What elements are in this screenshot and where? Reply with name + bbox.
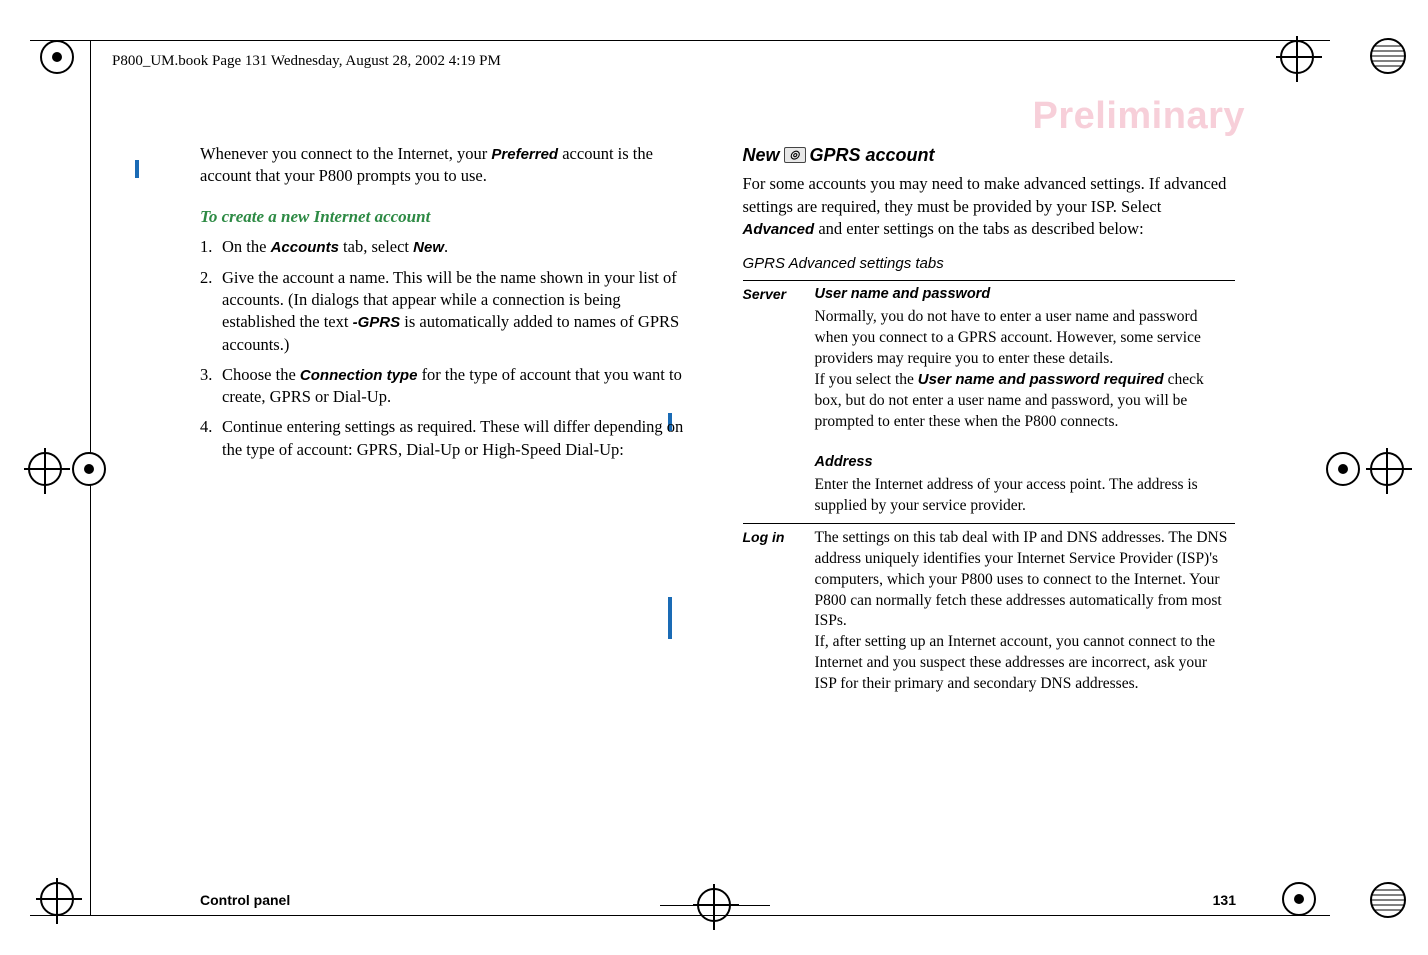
step-1: On the Accounts tab, select New. xyxy=(200,236,693,258)
footer-page-number: 131 xyxy=(1213,892,1236,908)
unp-required-label: User name and password required xyxy=(918,371,1164,388)
col-server-label: Server xyxy=(743,281,815,523)
gprs-intro-paragraph: For some accounts you may need to make a… xyxy=(743,173,1236,240)
steps-list: On the Accounts tab, select New. Give th… xyxy=(200,236,693,460)
page-content: Whenever you connect to the Internet, yo… xyxy=(200,143,1235,701)
step-4: Continue entering settings as required. … xyxy=(200,416,693,461)
step-2: Give the account a name. This will be th… xyxy=(200,267,693,356)
advanced-label: Advanced xyxy=(743,221,815,238)
connection-type-label: Connection type xyxy=(300,367,418,384)
hatch-circle-icon xyxy=(1368,880,1408,920)
step-3: Choose the Connection type for the type … xyxy=(200,364,693,409)
col-login-label: Log in xyxy=(743,523,815,701)
new-label: New xyxy=(413,239,444,256)
preferred-label: Preferred xyxy=(491,146,558,163)
corner-mark-icon xyxy=(72,452,106,486)
register-mark-icon xyxy=(40,882,74,916)
side-register-icon xyxy=(1370,452,1404,486)
corner-mark-icon xyxy=(1326,452,1360,486)
page-footer: Control panel 131 xyxy=(200,892,1236,908)
corner-mark-icon xyxy=(1282,882,1316,916)
left-column: Whenever you connect to the Internet, yo… xyxy=(200,143,693,701)
corner-mark-icon xyxy=(40,40,74,74)
side-register-icon xyxy=(28,452,62,486)
gprs-account-heading: New ◎ GPRS account xyxy=(743,143,1236,167)
username-password-heading: User name and password xyxy=(815,285,1230,305)
crop-line xyxy=(30,40,1330,41)
address-heading: Address xyxy=(815,453,1230,473)
accounts-tab-label: Accounts xyxy=(271,239,339,256)
col-login-desc: The settings on this tab deal with IP an… xyxy=(815,523,1236,701)
frame-header: P800_UM.book Page 131 Wednesday, August … xyxy=(112,53,501,70)
gprs-settings-table: Server User name and password Normally, … xyxy=(743,280,1236,701)
col-server-desc: User name and password Normally, you do … xyxy=(815,281,1236,523)
table-caption: GPRS Advanced settings tabs xyxy=(743,254,1236,274)
watermark: Preliminary xyxy=(1033,95,1246,138)
create-account-heading: To create a new Internet account xyxy=(200,206,693,229)
gprs-suffix-label: -GPRS xyxy=(353,314,401,331)
footer-section: Control panel xyxy=(200,892,290,908)
crop-line xyxy=(30,915,1330,916)
gprs-icon: ◎ xyxy=(784,147,806,163)
intro-paragraph: Whenever you connect to the Internet, yo… xyxy=(200,143,693,188)
hatch-circle-icon xyxy=(1368,36,1408,76)
right-column: New ◎ GPRS account For some accounts you… xyxy=(743,143,1236,701)
change-bar xyxy=(135,160,139,178)
register-mark-icon xyxy=(1280,40,1314,74)
